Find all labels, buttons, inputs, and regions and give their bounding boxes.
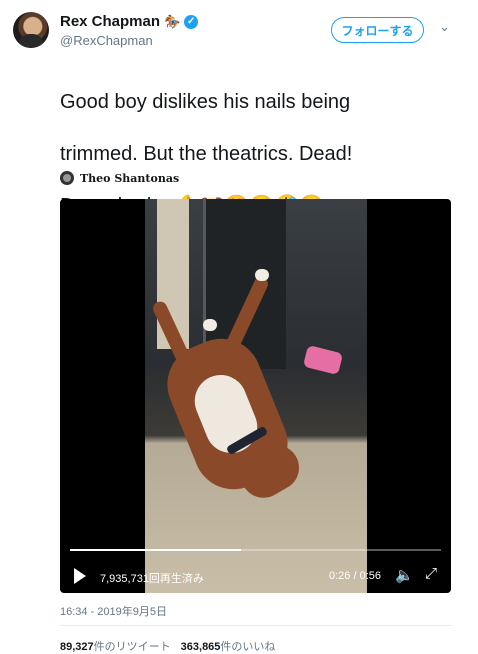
retweet-stat[interactable]: 89,327件のリツイート xyxy=(60,638,171,654)
tweet-timestamp[interactable]: 16:34 - 2019年9月5日 xyxy=(60,603,167,619)
author-display-name[interactable]: Rex Chapman xyxy=(60,13,160,30)
view-count: 7,935,731回再生済み xyxy=(100,573,204,585)
follow-button[interactable]: フォローする xyxy=(331,17,424,43)
author-handle[interactable]: @RexChapman xyxy=(60,33,153,48)
attribution-avatar xyxy=(60,171,74,185)
tweet-stats: 89,327件のリツイート 363,865件のいいね xyxy=(60,638,275,654)
dog-paw xyxy=(255,269,269,281)
like-stat[interactable]: 363,865件のいいね xyxy=(181,638,276,654)
play-icon[interactable] xyxy=(74,568,86,584)
retweet-count: 89,327 xyxy=(60,641,94,653)
video-attribution[interactable]: Theo Shantonas xyxy=(60,171,179,185)
pink-slipper xyxy=(302,344,344,376)
tweet-line-2: trimmed. But the theatrics. Dead! xyxy=(60,143,353,165)
chevron-down-icon[interactable]: ⌄ xyxy=(439,20,450,33)
video-time: 0:26 / 0:56 xyxy=(329,570,381,582)
dog-paw xyxy=(203,319,217,331)
divider xyxy=(60,625,452,626)
author-avatar[interactable] xyxy=(13,12,49,48)
video-progress-bar[interactable] xyxy=(70,549,441,551)
video-player[interactable]: 7,935,731回再生済み 0:26 / 0:56 🔈 ⤢ xyxy=(60,199,451,593)
video-progress-fill xyxy=(70,549,241,551)
retweet-label: 件のリツイート xyxy=(93,641,171,653)
horse-racing-emoji: 🏇 xyxy=(164,13,181,29)
volume-icon[interactable]: 🔈 xyxy=(395,566,414,584)
attribution-name[interactable]: Theo Shantonas xyxy=(80,172,179,185)
like-count: 363,865 xyxy=(180,641,221,653)
author-name-row[interactable]: Rex Chapman 🏇 ✓ xyxy=(60,13,199,30)
like-label: 件のいいね xyxy=(220,641,276,653)
verified-badge-icon: ✓ xyxy=(184,14,199,29)
tweet-line-1: Good boy dislikes his nails being xyxy=(60,91,351,113)
video-frame xyxy=(145,199,367,593)
fullscreen-icon[interactable]: ⤢ xyxy=(425,565,437,582)
